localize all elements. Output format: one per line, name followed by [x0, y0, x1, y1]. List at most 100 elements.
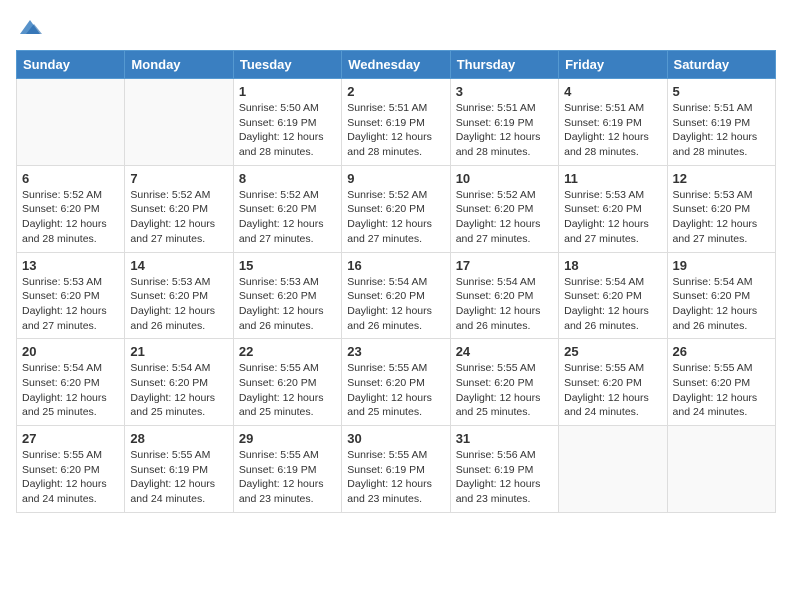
calendar-cell: 4 Sunrise: 5:51 AM Sunset: 6:19 PM Daylig…	[559, 79, 667, 166]
week-row-3: 13 Sunrise: 5:53 AM Sunset: 6:20 PM Dayli…	[17, 252, 776, 339]
day-number: 31	[456, 431, 553, 446]
logo	[16, 16, 48, 38]
calendar-cell: 23 Sunrise: 5:55 AM Sunset: 6:20 PM Dayli…	[342, 339, 450, 426]
day-number: 3	[456, 84, 553, 99]
day-number: 4	[564, 84, 661, 99]
day-info: Sunrise: 5:54 AM Sunset: 6:20 PM Dayligh…	[22, 361, 119, 420]
logo-icon	[16, 16, 44, 38]
day-number: 10	[456, 171, 553, 186]
day-info: Sunrise: 5:55 AM Sunset: 6:20 PM Dayligh…	[347, 361, 444, 420]
calendar-cell: 8 Sunrise: 5:52 AM Sunset: 6:20 PM Daylig…	[233, 165, 341, 252]
calendar-header-row: SundayMondayTuesdayWednesdayThursdayFrid…	[17, 51, 776, 79]
day-info: Sunrise: 5:52 AM Sunset: 6:20 PM Dayligh…	[22, 188, 119, 247]
calendar-cell: 29 Sunrise: 5:55 AM Sunset: 6:19 PM Dayli…	[233, 426, 341, 513]
day-info: Sunrise: 5:55 AM Sunset: 6:19 PM Dayligh…	[347, 448, 444, 507]
calendar-cell: 25 Sunrise: 5:55 AM Sunset: 6:20 PM Dayli…	[559, 339, 667, 426]
day-info: Sunrise: 5:53 AM Sunset: 6:20 PM Dayligh…	[22, 275, 119, 334]
day-number: 26	[673, 344, 770, 359]
day-number: 20	[22, 344, 119, 359]
calendar-cell	[667, 426, 775, 513]
column-header-thursday: Thursday	[450, 51, 558, 79]
day-info: Sunrise: 5:52 AM Sunset: 6:20 PM Dayligh…	[130, 188, 227, 247]
day-number: 21	[130, 344, 227, 359]
column-header-friday: Friday	[559, 51, 667, 79]
day-info: Sunrise: 5:55 AM Sunset: 6:19 PM Dayligh…	[239, 448, 336, 507]
day-number: 25	[564, 344, 661, 359]
calendar-cell	[125, 79, 233, 166]
day-number: 19	[673, 258, 770, 273]
day-info: Sunrise: 5:55 AM Sunset: 6:20 PM Dayligh…	[564, 361, 661, 420]
day-number: 22	[239, 344, 336, 359]
day-info: Sunrise: 5:55 AM Sunset: 6:20 PM Dayligh…	[456, 361, 553, 420]
day-info: Sunrise: 5:52 AM Sunset: 6:20 PM Dayligh…	[456, 188, 553, 247]
calendar-cell: 14 Sunrise: 5:53 AM Sunset: 6:20 PM Dayli…	[125, 252, 233, 339]
day-number: 17	[456, 258, 553, 273]
day-info: Sunrise: 5:55 AM Sunset: 6:20 PM Dayligh…	[673, 361, 770, 420]
day-info: Sunrise: 5:55 AM Sunset: 6:19 PM Dayligh…	[130, 448, 227, 507]
day-number: 2	[347, 84, 444, 99]
day-number: 28	[130, 431, 227, 446]
day-info: Sunrise: 5:52 AM Sunset: 6:20 PM Dayligh…	[347, 188, 444, 247]
day-info: Sunrise: 5:51 AM Sunset: 6:19 PM Dayligh…	[456, 101, 553, 160]
calendar-cell: 5 Sunrise: 5:51 AM Sunset: 6:19 PM Daylig…	[667, 79, 775, 166]
day-info: Sunrise: 5:50 AM Sunset: 6:19 PM Dayligh…	[239, 101, 336, 160]
day-info: Sunrise: 5:55 AM Sunset: 6:20 PM Dayligh…	[239, 361, 336, 420]
calendar-cell: 30 Sunrise: 5:55 AM Sunset: 6:19 PM Dayli…	[342, 426, 450, 513]
day-info: Sunrise: 5:51 AM Sunset: 6:19 PM Dayligh…	[673, 101, 770, 160]
calendar-cell: 13 Sunrise: 5:53 AM Sunset: 6:20 PM Dayli…	[17, 252, 125, 339]
week-row-1: 1Sunrise: 5:50 AM Sunset: 6:19 PM Daylig…	[17, 79, 776, 166]
calendar-cell: 21 Sunrise: 5:54 AM Sunset: 6:20 PM Dayli…	[125, 339, 233, 426]
day-number: 23	[347, 344, 444, 359]
day-number: 14	[130, 258, 227, 273]
calendar-table: SundayMondayTuesdayWednesdayThursdayFrid…	[16, 50, 776, 513]
column-header-tuesday: Tuesday	[233, 51, 341, 79]
calendar-cell: 18Sunrise: 5:54 AM Sunset: 6:20 PM Dayli…	[559, 252, 667, 339]
day-info: Sunrise: 5:54 AM Sunset: 6:20 PM Dayligh…	[564, 275, 661, 334]
calendar-cell: 16 Sunrise: 5:54 AM Sunset: 6:20 PM Dayli…	[342, 252, 450, 339]
calendar-cell: 2 Sunrise: 5:51 AM Sunset: 6:19 PM Daylig…	[342, 79, 450, 166]
calendar-cell: 20 Sunrise: 5:54 AM Sunset: 6:20 PM Dayli…	[17, 339, 125, 426]
calendar-cell	[17, 79, 125, 166]
day-info: Sunrise: 5:54 AM Sunset: 6:20 PM Dayligh…	[347, 275, 444, 334]
calendar-cell: 1Sunrise: 5:50 AM Sunset: 6:19 PM Daylig…	[233, 79, 341, 166]
week-row-2: 6Sunrise: 5:52 AM Sunset: 6:20 PM Daylig…	[17, 165, 776, 252]
calendar-cell: 26 Sunrise: 5:55 AM Sunset: 6:20 PM Dayli…	[667, 339, 775, 426]
day-number: 30	[347, 431, 444, 446]
day-info: Sunrise: 5:51 AM Sunset: 6:19 PM Dayligh…	[564, 101, 661, 160]
day-info: Sunrise: 5:53 AM Sunset: 6:20 PM Dayligh…	[130, 275, 227, 334]
day-info: Sunrise: 5:54 AM Sunset: 6:20 PM Dayligh…	[673, 275, 770, 334]
calendar-cell	[559, 426, 667, 513]
day-number: 7	[130, 171, 227, 186]
day-number: 29	[239, 431, 336, 446]
calendar-cell: 11Sunrise: 5:53 AM Sunset: 6:20 PM Dayli…	[559, 165, 667, 252]
day-info: Sunrise: 5:51 AM Sunset: 6:19 PM Dayligh…	[347, 101, 444, 160]
calendar-cell: 15 Sunrise: 5:53 AM Sunset: 6:20 PM Dayli…	[233, 252, 341, 339]
calendar-cell: 9 Sunrise: 5:52 AM Sunset: 6:20 PM Daylig…	[342, 165, 450, 252]
day-info: Sunrise: 5:54 AM Sunset: 6:20 PM Dayligh…	[456, 275, 553, 334]
week-row-5: 27 Sunrise: 5:55 AM Sunset: 6:20 PM Dayli…	[17, 426, 776, 513]
calendar-cell: 17 Sunrise: 5:54 AM Sunset: 6:20 PM Dayli…	[450, 252, 558, 339]
day-info: Sunrise: 5:54 AM Sunset: 6:20 PM Dayligh…	[130, 361, 227, 420]
day-number: 27	[22, 431, 119, 446]
day-info: Sunrise: 5:53 AM Sunset: 6:20 PM Dayligh…	[239, 275, 336, 334]
calendar-cell: 3 Sunrise: 5:51 AM Sunset: 6:19 PM Daylig…	[450, 79, 558, 166]
day-number: 15	[239, 258, 336, 273]
day-number: 8	[239, 171, 336, 186]
column-header-sunday: Sunday	[17, 51, 125, 79]
calendar-cell: 19 Sunrise: 5:54 AM Sunset: 6:20 PM Dayli…	[667, 252, 775, 339]
calendar-cell: 24 Sunrise: 5:55 AM Sunset: 6:20 PM Dayli…	[450, 339, 558, 426]
column-header-wednesday: Wednesday	[342, 51, 450, 79]
day-number: 16	[347, 258, 444, 273]
day-number: 5	[673, 84, 770, 99]
day-number: 24	[456, 344, 553, 359]
calendar-cell: 6Sunrise: 5:52 AM Sunset: 6:20 PM Daylig…	[17, 165, 125, 252]
day-number: 13	[22, 258, 119, 273]
calendar-cell: 22 Sunrise: 5:55 AM Sunset: 6:20 PM Dayli…	[233, 339, 341, 426]
day-number: 11	[564, 171, 661, 186]
day-info: Sunrise: 5:52 AM Sunset: 6:20 PM Dayligh…	[239, 188, 336, 247]
day-number: 9	[347, 171, 444, 186]
day-info: Sunrise: 5:53 AM Sunset: 6:20 PM Dayligh…	[673, 188, 770, 247]
column-header-monday: Monday	[125, 51, 233, 79]
day-info: Sunrise: 5:55 AM Sunset: 6:20 PM Dayligh…	[22, 448, 119, 507]
page-header	[16, 16, 776, 38]
